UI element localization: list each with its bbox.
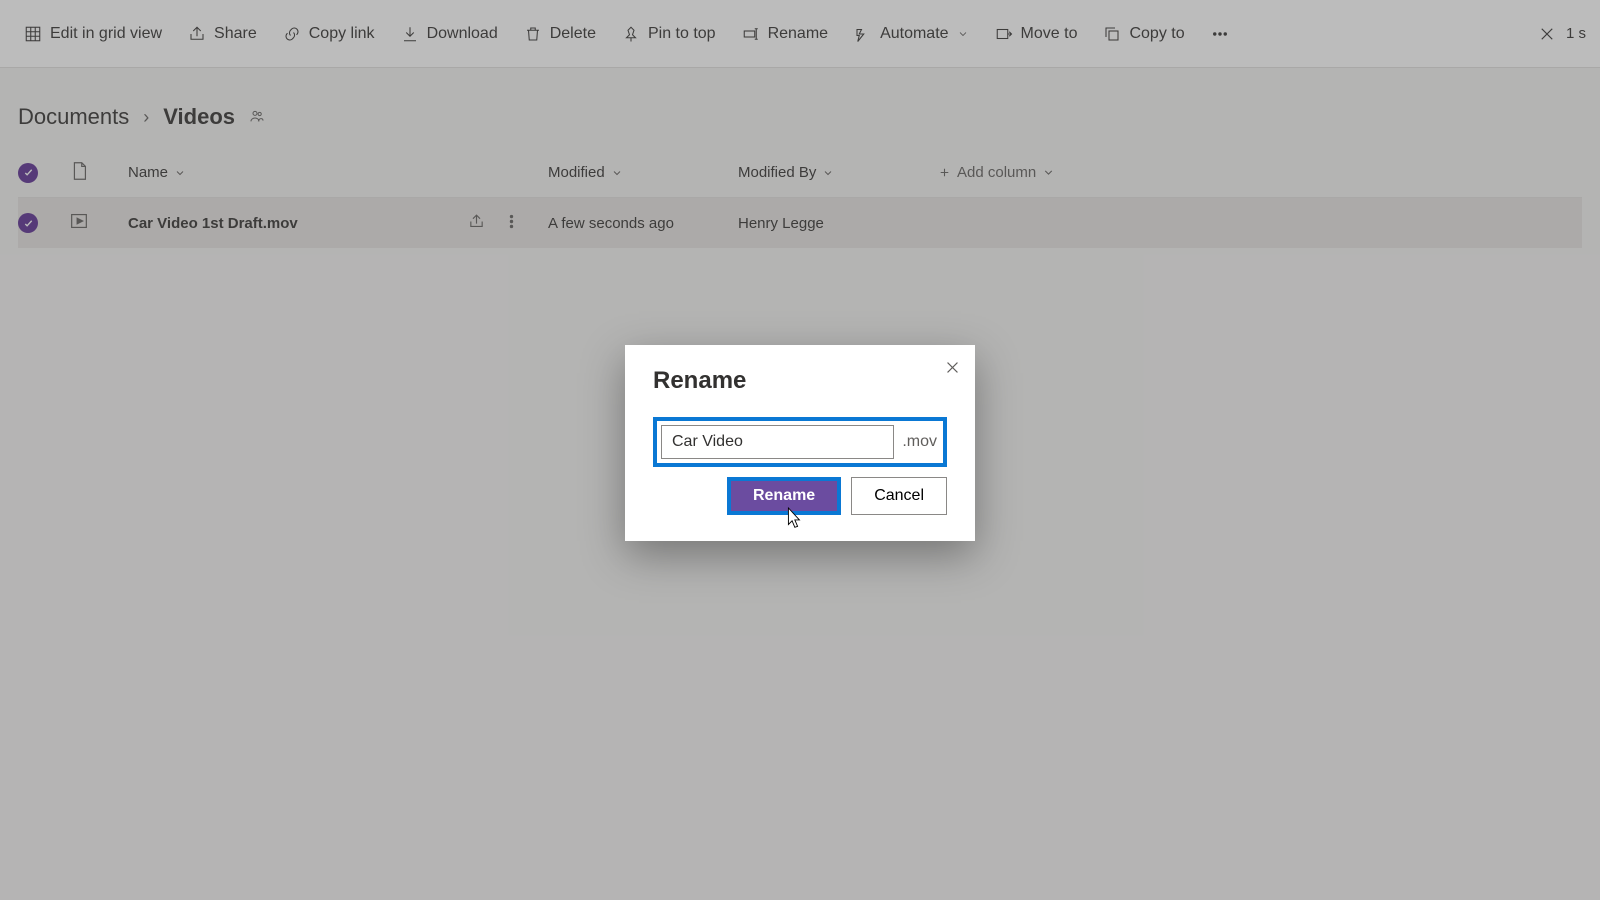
filename-input-group: .mov bbox=[653, 417, 947, 467]
close-icon bbox=[944, 359, 961, 376]
pointer-cursor-icon bbox=[782, 506, 804, 537]
file-extension: .mov bbox=[902, 433, 939, 451]
dialog-title: Rename bbox=[653, 367, 947, 395]
dialog-layer: Rename .mov Rename Cancel bbox=[0, 0, 1600, 900]
filename-input[interactable] bbox=[661, 425, 894, 459]
dialog-close-button[interactable] bbox=[944, 359, 961, 381]
cancel-button[interactable]: Cancel bbox=[851, 477, 947, 515]
